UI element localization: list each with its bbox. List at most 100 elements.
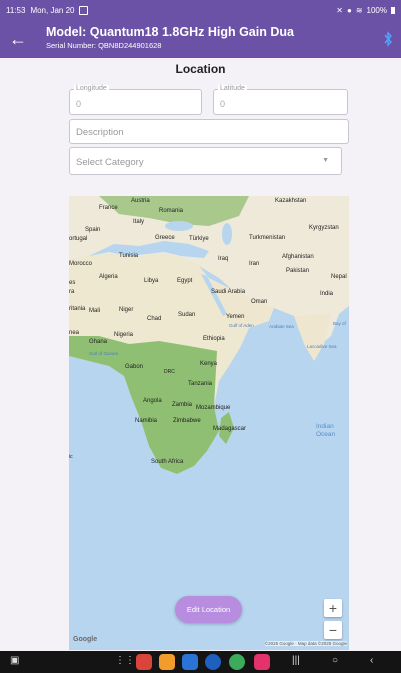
map-label-portugal: ortugal — [69, 236, 88, 242]
description-field[interactable]: Description — [69, 119, 349, 144]
map-label-indian-ocean-2: Ocean — [316, 431, 336, 438]
map-label-morocco: Morocco — [69, 261, 93, 267]
map-label-yemen: Yemen — [226, 314, 245, 320]
map-label-nepal: Nepal — [331, 274, 347, 280]
back-nav-icon[interactable]: ‹ — [370, 655, 373, 666]
screenshot-icon[interactable]: ▣ — [10, 655, 19, 666]
map-label-turkmenistan: Turkmenistan — [249, 235, 286, 241]
app-bar: ← Model: Quantum18 1.8GHz High Gain Dua … — [0, 20, 401, 58]
recents-icon[interactable]: ||| — [292, 655, 300, 666]
zoom-in-button[interactable]: + — [324, 599, 342, 617]
map-label-mali: Mali — [89, 308, 101, 314]
map-label-india: India — [320, 291, 334, 297]
page-title: Location — [175, 62, 226, 76]
map-label-kyrgyzstan: Kyrgyzstan — [309, 225, 339, 231]
map-label-nigeria: Nigeria — [114, 332, 134, 338]
map-label-greece: Greece — [155, 235, 175, 241]
wifi-icon: ≋ — [355, 5, 363, 15]
map-label-kenya: Kenya — [200, 361, 218, 367]
map-label-iran: Iran — [249, 261, 260, 267]
latitude-field[interactable]: Latitude 0 — [213, 85, 348, 115]
category-select[interactable]: Select Category ▼ — [69, 147, 342, 175]
map-label-ethiopia: Ethiopia — [203, 336, 225, 342]
description-placeholder: Description — [76, 127, 124, 138]
status-bar: 11:53 Mon, Jan 20 ✕ ● ≋ 100% — [0, 0, 401, 20]
system-nav-bar: ▣ ⋮⋮ ||| ○ ‹ — [0, 651, 401, 673]
map-label-turkiye: Türkiye — [189, 236, 209, 242]
map-label-gulf-of-aden: Gulf of Aden — [229, 323, 254, 328]
map-label-pakistan: Pakistan — [286, 268, 310, 274]
map-label-italy: Italy — [133, 219, 145, 225]
app-icon-pink[interactable] — [254, 654, 270, 670]
map-label-ra: ra — [69, 289, 75, 295]
app-icon-chrome[interactable] — [229, 654, 245, 670]
app-icon-navy[interactable] — [205, 654, 221, 670]
zoom-out-button[interactable]: − — [324, 621, 342, 639]
app-icon-red[interactable] — [136, 654, 152, 670]
category-placeholder: Select Category — [76, 157, 144, 168]
map-label-arabian-sea: Arabian Sea — [269, 324, 294, 329]
map-label-romania: Romania — [159, 208, 184, 214]
map-label-oman: Oman — [251, 299, 268, 305]
map-label-indian-ocean-1: Indian — [316, 423, 334, 430]
map-label-egypt: Egypt — [177, 278, 193, 284]
map-label-drc: DRC — [164, 369, 175, 375]
map-attribution[interactable]: ©2025 Google · Map data ©2025 Google — [264, 641, 347, 646]
map-label-tanzania: Tanzania — [188, 381, 213, 387]
map-label-chad: Chad — [147, 316, 162, 322]
back-arrow-icon[interactable]: ← — [6, 27, 30, 51]
app-icon-orange[interactable] — [159, 654, 175, 670]
edit-location-button[interactable]: Edit Location — [175, 596, 242, 623]
latitude-label: Latitude — [218, 85, 247, 92]
map-label-tunisia: Tunisia — [119, 253, 139, 259]
google-logo: Google — [73, 636, 98, 643]
map-terrain — [69, 196, 349, 474]
bluetooth-icon[interactable] — [383, 31, 393, 47]
map-label-kazakhstan: Kazakhstan — [275, 198, 307, 204]
map-label-iraq: Iraq — [218, 256, 229, 262]
longitude-label: Longitude — [74, 85, 109, 92]
map-label-sudan: Sudan — [178, 312, 196, 318]
battery-level: 100% — [366, 5, 387, 15]
map-label-madagascar: Madagascar — [213, 426, 247, 432]
status-time: 11:53 — [6, 5, 26, 15]
map-label-zimbabwe: Zimbabwe — [173, 418, 201, 424]
longitude-value: 0 — [76, 99, 82, 109]
home-icon[interactable]: ○ — [332, 655, 338, 666]
map-label-libya: Libya — [144, 278, 159, 284]
map-label-angola: Angola — [143, 398, 162, 404]
map-view[interactable]: France Austria Romania Kazakhstan Italy … — [69, 196, 349, 650]
latitude-value: 0 — [220, 99, 226, 109]
map-label-south-africa: South Africa — [151, 459, 184, 465]
map-label-laccadive-sea: Laccadive Sea — [307, 344, 337, 349]
map-label-algeria: Algeria — [99, 274, 118, 280]
map-label-zambia: Zambia — [172, 402, 193, 408]
map-label-gulf-of-guinea: Gulf of Guinea — [89, 351, 119, 356]
map-label-gabon: Gabon — [125, 364, 144, 370]
map-label-ic: ic — [69, 454, 73, 460]
map-label-guinea: nea — [69, 330, 80, 336]
serial-number: Serial Number: QBN8D244901628 — [46, 41, 162, 50]
calendar-icon — [79, 5, 89, 15]
map-label-mauritania: ritania — [69, 306, 86, 312]
apps-grid-icon[interactable]: ⋮⋮ — [115, 655, 135, 666]
map-label-afghanistan: Afghanistan — [282, 254, 314, 260]
map-label-saudi-arabia: Saudi Arabia — [211, 289, 246, 295]
map-label-bay-of: Bay of — [333, 321, 346, 326]
device-model-title: Model: Quantum18 1.8GHz High Gain Dua — [46, 25, 294, 39]
map-label-es: es — [69, 280, 76, 286]
map-label-spain: Spain — [85, 227, 101, 233]
map-label-namibia: Namibia — [135, 418, 158, 424]
map-label-france: France — [99, 205, 118, 211]
map-label-mozambique: Mozambique — [196, 405, 231, 411]
mute-icon: ✕ — [336, 5, 343, 15]
map-label-niger: Niger — [119, 307, 134, 313]
longitude-field[interactable]: Longitude 0 — [69, 85, 202, 115]
map-label-austria: Austria — [131, 198, 150, 204]
battery-icon — [391, 6, 395, 14]
chevron-down-icon: ▼ — [322, 157, 329, 164]
app-icon-blue[interactable] — [182, 654, 198, 670]
map-label-ghana: Ghana — [89, 339, 108, 345]
status-date: Mon, Jan 20 — [30, 5, 75, 15]
location-icon: ● — [346, 5, 352, 15]
